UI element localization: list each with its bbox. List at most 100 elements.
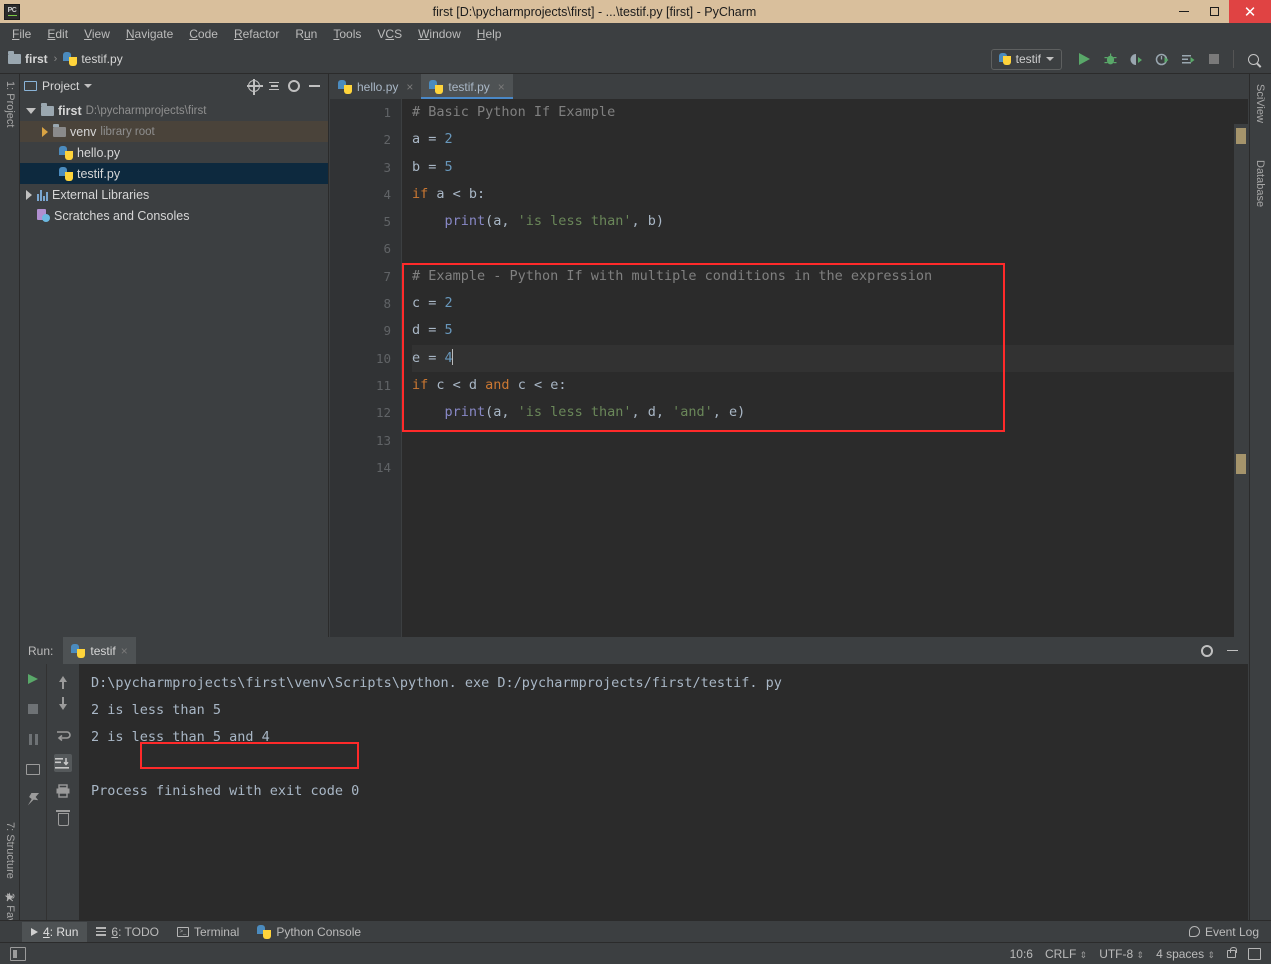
python-file-icon	[71, 643, 86, 658]
folder-icon	[8, 51, 21, 64]
project-tree: first D:\pycharmprojects\first venv libr…	[20, 98, 328, 226]
indent-selector[interactable]: 4 spaces ⇕	[1156, 947, 1215, 961]
encoding-selector[interactable]: UTF-8 ⇕	[1099, 947, 1144, 961]
print-icon[interactable]	[54, 782, 72, 800]
menu-file[interactable]: File	[4, 25, 39, 43]
run-configuration-selector[interactable]: testif	[990, 48, 1062, 70]
code-token: 'is less than'	[517, 404, 632, 421]
tree-item-testif-py[interactable]: testif.py	[20, 163, 328, 184]
project-panel-title: Project	[42, 79, 80, 93]
down-arrow-icon[interactable]	[54, 697, 72, 716]
hide-icon[interactable]	[309, 85, 320, 87]
tree-item-first[interactable]: first D:\pycharmprojects\first	[20, 100, 328, 121]
code-token: e =	[412, 349, 445, 366]
code-token: (a,	[485, 213, 518, 230]
line-number: 8	[383, 296, 391, 312]
code-token: , e)	[712, 404, 746, 421]
collapse-all-icon[interactable]	[269, 81, 279, 91]
editor-scrollbar[interactable]	[1234, 124, 1248, 637]
pause-icon[interactable]	[24, 730, 42, 748]
breadcrumb-item-file[interactable]: testif.py	[63, 52, 123, 66]
console-output-line: 2 is less than 5 and 4	[91, 729, 270, 745]
rerun-icon[interactable]	[24, 670, 42, 688]
chevron-down-icon[interactable]	[84, 84, 93, 88]
event-log-icon	[1188, 926, 1200, 937]
debug-icon[interactable]	[1098, 47, 1122, 71]
close-icon[interactable]: ×	[406, 80, 413, 94]
scroll-to-end-icon[interactable]	[54, 754, 72, 772]
line-separator-selector[interactable]: CRLF ⇕	[1045, 947, 1087, 961]
close-icon[interactable]: ×	[498, 80, 505, 94]
code-text-area[interactable]: # Basic Python If Example a = 2b = 5 if a …	[402, 99, 1248, 637]
menu-window[interactable]: Window	[410, 25, 469, 43]
menu-edit[interactable]: Edit	[39, 25, 76, 43]
sidebar-tab-project[interactable]: 1: Project	[0, 78, 20, 148]
code-token: c =	[412, 295, 445, 312]
chevron-right-icon[interactable]	[42, 126, 48, 137]
stop-icon[interactable]	[1202, 47, 1226, 71]
hide-icon[interactable]	[1227, 649, 1238, 652]
bottom-tab-todo[interactable]: 6: TODO	[87, 922, 168, 942]
tree-item-external-libraries[interactable]: External Libraries	[20, 184, 328, 205]
up-arrow-icon[interactable]	[54, 670, 72, 689]
run-with-console-icon[interactable]	[1176, 47, 1200, 71]
minimize-button[interactable]	[1169, 0, 1199, 23]
event-log-button[interactable]: Event Log	[1188, 925, 1271, 939]
sidebar-tab-structure[interactable]: 7: Structure	[0, 819, 20, 883]
code-line: a = 2	[412, 126, 1248, 153]
search-everywhere-icon[interactable]	[1241, 47, 1265, 71]
python-console-icon	[257, 924, 272, 939]
tree-item-venv[interactable]: venv library root	[20, 121, 328, 142]
menu-refactor[interactable]: Refactor	[226, 25, 287, 43]
maximize-button[interactable]	[1199, 0, 1229, 23]
tree-item-label: hello.py	[77, 145, 121, 160]
menu-view[interactable]: View	[76, 25, 118, 43]
console-icon[interactable]	[24, 760, 42, 778]
menu-code[interactable]: Code	[181, 25, 226, 43]
line-number-gutter: 1 2 3 4 5 6 7 8 9 10 11 12 13 14	[330, 99, 402, 637]
code-editor: 1 2 3 4 5 6 7 8 9 10 11 12 13 14 # Basic…	[330, 99, 1248, 637]
menu-run[interactable]: Run	[287, 25, 325, 43]
pin-icon[interactable]	[24, 790, 42, 808]
run-icon[interactable]	[1072, 47, 1096, 71]
run-tab-testif[interactable]: testif ×	[63, 637, 136, 664]
chevron-right-icon[interactable]	[26, 189, 32, 200]
close-button[interactable]: ✕	[1229, 0, 1271, 23]
settings-gear-icon[interactable]	[1201, 644, 1213, 657]
lock-icon[interactable]	[1227, 946, 1237, 958]
tree-item-label: Scratches and Consoles	[54, 208, 190, 223]
menu-help[interactable]: Help	[469, 25, 510, 43]
run-console-output[interactable]: D:\pycharmprojects\first\venv\Scripts\py…	[79, 664, 1248, 920]
settings-gear-icon[interactable]	[288, 80, 300, 92]
close-icon[interactable]: ×	[121, 644, 128, 658]
bottom-tab-terminal[interactable]: >_ Terminal	[168, 922, 248, 942]
caret-position[interactable]: 10:6	[1010, 947, 1033, 961]
tab-hello-py[interactable]: hello.py ×	[330, 74, 421, 99]
bottom-tab-python-console[interactable]: Python Console	[248, 922, 370, 942]
code-line: # Basic Python If Example	[412, 99, 1248, 126]
breadcrumb-item-project[interactable]: first	[8, 51, 48, 66]
menu-tools[interactable]: Tools	[325, 25, 369, 43]
toggle-toolwindows-icon[interactable]	[10, 946, 26, 961]
stop-icon[interactable]	[24, 700, 42, 718]
sidebar-tab-sciview[interactable]: SciView	[1250, 80, 1270, 146]
profile-icon[interactable]	[1150, 47, 1174, 71]
pycharm-logo-icon: PC	[4, 3, 20, 20]
tree-item-hello-py[interactable]: hello.py	[20, 142, 328, 163]
tree-item-scratches[interactable]: Scratches and Consoles	[20, 205, 328, 226]
sidebar-tab-database[interactable]: Database	[1250, 156, 1270, 232]
soft-wrap-icon[interactable]	[54, 726, 72, 744]
menu-vcs[interactable]: VCS	[369, 25, 410, 43]
ide-indicator-icon[interactable]	[1248, 947, 1261, 960]
bottom-tab-run[interactable]: 4: Run	[22, 921, 88, 942]
menu-navigate[interactable]: Navigate	[118, 25, 181, 43]
tab-testif-py[interactable]: testif.py ×	[421, 74, 514, 99]
clear-all-icon[interactable]	[54, 809, 72, 828]
chevron-down-icon[interactable]	[26, 107, 36, 114]
pycharm-window: PC first [D:\pycharmprojects\first] - ..…	[0, 0, 1271, 964]
locate-icon[interactable]	[246, 78, 263, 95]
coverage-icon[interactable]	[1124, 47, 1148, 71]
bottom-tab-label: 4: Run	[43, 924, 79, 939]
line-number: 7	[383, 268, 391, 284]
